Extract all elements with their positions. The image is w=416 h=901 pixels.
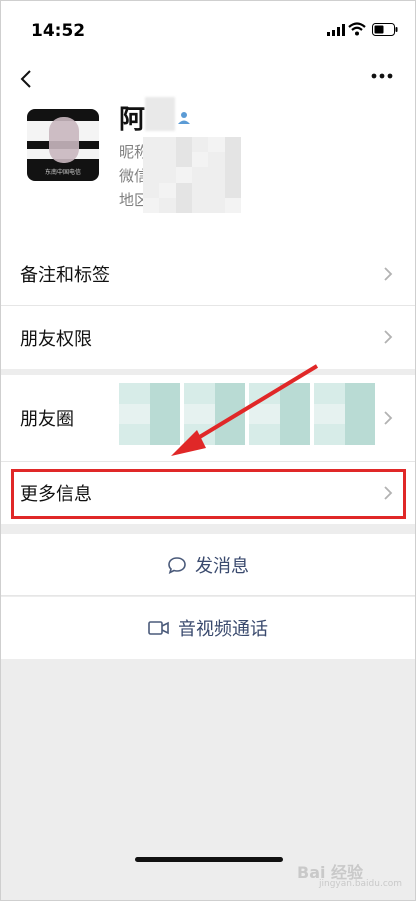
remark-tags-label: 备注和标签 bbox=[20, 265, 110, 286]
moments-label: 朋友圈 bbox=[20, 409, 74, 430]
blurred-details bbox=[143, 137, 241, 213]
send-message-button[interactable]: 发消息 bbox=[1, 534, 415, 596]
send-message-label: 发消息 bbox=[195, 555, 249, 577]
chevron-right-icon bbox=[384, 330, 393, 344]
avatar-caption: 东南中国电信 bbox=[44, 169, 81, 176]
chevron-left-icon[interactable] bbox=[17, 69, 37, 89]
avatar[interactable]: 东南中国电信 bbox=[27, 109, 99, 181]
chevron-right-icon bbox=[384, 411, 393, 425]
moments-thumbnail bbox=[314, 383, 375, 445]
chevron-right-icon bbox=[384, 486, 393, 500]
video-call-button[interactable]: 音视频通话 bbox=[1, 597, 415, 659]
chat-bubble-icon bbox=[168, 556, 186, 574]
remark-tags-row[interactable]: 备注和标签 bbox=[1, 243, 415, 306]
profile-name: 阿 bbox=[119, 105, 146, 135]
friend-permissions-label: 朋友权限 bbox=[20, 328, 92, 350]
blurred-name bbox=[145, 97, 175, 131]
home-indicator[interactable] bbox=[135, 857, 283, 862]
ellipsis-icon[interactable] bbox=[371, 73, 393, 79]
settings-group-1: 备注和标签 朋友权限 bbox=[1, 243, 415, 369]
settings-group-2: 朋友圈 更多信息 bbox=[1, 375, 415, 524]
video-camera-icon bbox=[148, 621, 169, 635]
profile-header: 东南中国电信 阿 昵称 微信 地区 bbox=[1, 59, 415, 243]
status-time: 14:52 bbox=[31, 21, 86, 41]
friend-permissions-row[interactable]: 朋友权限 bbox=[1, 306, 415, 369]
watermark-sub: jingyan.baidu.com bbox=[319, 879, 403, 889]
contact-user-icon bbox=[178, 112, 190, 124]
battery-icon bbox=[372, 23, 398, 36]
signal-icon bbox=[327, 24, 345, 36]
moments-thumbnail bbox=[249, 383, 310, 445]
moments-row[interactable]: 朋友圈 bbox=[1, 375, 415, 462]
video-call-label: 音视频通话 bbox=[178, 619, 268, 640]
more-info-row[interactable]: 更多信息 bbox=[1, 462, 415, 524]
wifi-icon bbox=[348, 22, 366, 36]
chevron-right-icon bbox=[384, 267, 393, 281]
more-info-label: 更多信息 bbox=[20, 484, 92, 505]
status-bar: 14:52 bbox=[1, 1, 415, 59]
moments-thumbnail bbox=[119, 383, 180, 445]
moments-thumbnails bbox=[119, 383, 375, 445]
moments-thumbnail bbox=[184, 383, 245, 445]
screen: 14:52 东南中国电信 阿 昵称 微信 地区 备注和标签 朋友权限 朋友圈 更… bbox=[0, 0, 416, 901]
